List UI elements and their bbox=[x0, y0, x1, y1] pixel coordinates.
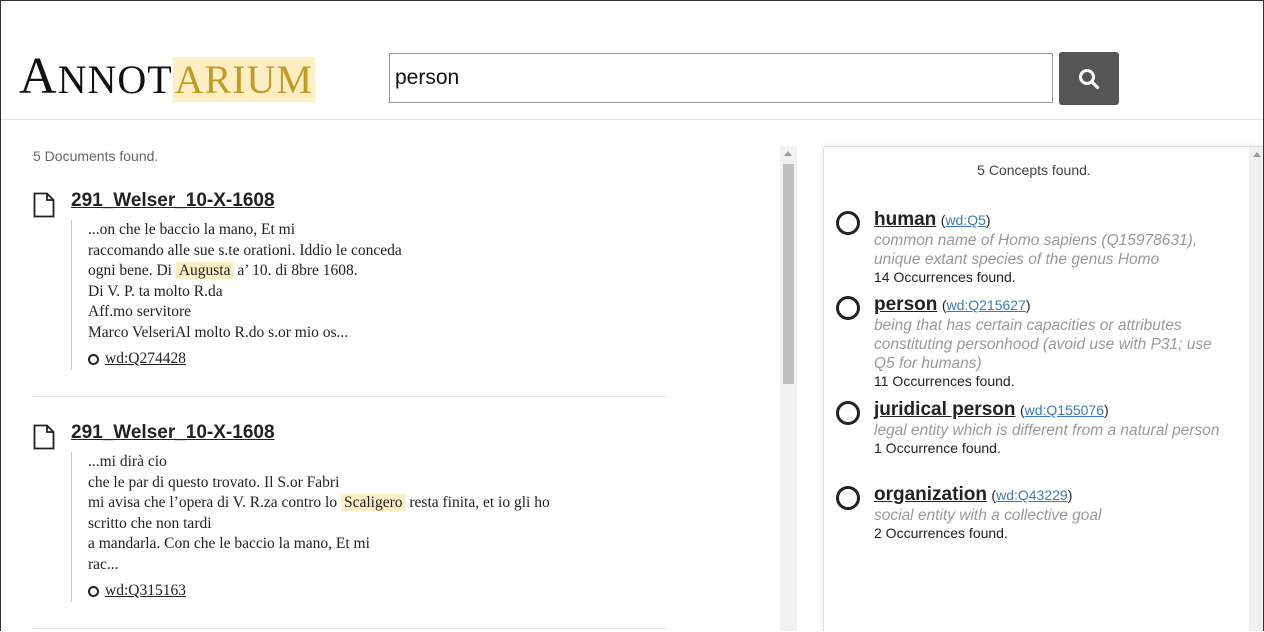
concept-name-link[interactable]: person bbox=[874, 294, 937, 315]
concepts-scrollbar[interactable] bbox=[1249, 147, 1263, 631]
logo[interactable]: ANNOTARIUM bbox=[19, 49, 315, 105]
divider bbox=[33, 628, 667, 629]
concept-description: being that has certain capacities or att… bbox=[874, 317, 1212, 372]
snippet-line: che le par di questo trovato. Il S.or Fa… bbox=[88, 473, 340, 491]
concepts-panel: 5 Concepts found. human (wd:Q5) common n… bbox=[823, 146, 1263, 631]
concept-circle-icon[interactable] bbox=[836, 296, 860, 320]
scroll-up-arrow-icon[interactable] bbox=[784, 151, 792, 156]
concept-description: common name of Homo sapiens (Q15978631),… bbox=[874, 232, 1198, 268]
snippet-line: ...mi dirà cio bbox=[88, 453, 167, 470]
concept-description: social entity with a collective goal bbox=[874, 507, 1102, 524]
concept-circle-icon[interactable] bbox=[836, 401, 860, 425]
documents-scrollbar[interactable] bbox=[780, 146, 797, 631]
divider bbox=[33, 396, 667, 397]
document-snippet: ...on che le baccio la mano, Et mi racco… bbox=[71, 220, 668, 370]
snippet-line: raccomando alle sue s.te orationi. Iddio… bbox=[88, 241, 402, 259]
concepts-count: 5 Concepts found. bbox=[977, 162, 1091, 178]
wikidata-link[interactable]: wd:Q315163 bbox=[105, 581, 186, 602]
concept-id-link[interactable]: wd:Q5 bbox=[945, 212, 985, 228]
document-icon bbox=[33, 192, 55, 218]
concept-name-link[interactable]: juridical person bbox=[874, 399, 1015, 420]
snippet-line: Di V. P. ta molto R.da bbox=[88, 282, 223, 300]
search-icon bbox=[1079, 68, 1100, 89]
concept-name-link[interactable]: organization bbox=[874, 484, 987, 505]
document-snippet: ...mi dirà cio che le par di questo trov… bbox=[71, 452, 668, 602]
search-button[interactable] bbox=[1059, 52, 1119, 105]
entity-circle-icon bbox=[88, 353, 99, 365]
concept-circle-icon[interactable] bbox=[836, 486, 860, 510]
search-highlight: Augusta bbox=[175, 262, 234, 279]
entity-circle-icon bbox=[88, 585, 99, 597]
logo-text-dark: NNOT bbox=[57, 57, 173, 102]
scrollbar-thumb[interactable] bbox=[783, 164, 794, 384]
snippet-line: scritto che non tardi bbox=[88, 514, 212, 532]
snippet-line: mi avisa che l’opera di V. R.za contro l… bbox=[88, 494, 550, 511]
scroll-up-arrow-icon[interactable] bbox=[1253, 152, 1261, 157]
documents-pane: 5 Documents found. 291_Welser_10-X-1608 … bbox=[1, 120, 781, 631]
concept-occurrences: 2 Occurrences found. bbox=[874, 525, 1008, 541]
document-title-link[interactable]: 291_Welser_10-X-1608 bbox=[71, 190, 275, 212]
concept-description: legal entity which is different from a n… bbox=[874, 422, 1220, 439]
concept-id-link[interactable]: wd:Q155076 bbox=[1025, 402, 1104, 418]
concept-occurrences: 1 Occurrence found. bbox=[874, 440, 1001, 456]
snippet-line: rac... bbox=[88, 555, 119, 573]
snippet-line: a mandarla. Con che le baccio la mano, E… bbox=[88, 535, 370, 552]
search-input[interactable] bbox=[389, 53, 1053, 103]
documents-count: 5 Documents found. bbox=[33, 148, 159, 164]
header: ANNOTARIUM bbox=[1, 1, 1263, 120]
entity-tag: wd:Q274428 bbox=[88, 349, 668, 370]
logo-text-highlight: ARIUM bbox=[172, 57, 315, 102]
search-highlight: Scaligero bbox=[340, 494, 406, 511]
concept-occurrences: 11 Occurrences found. bbox=[874, 373, 1015, 389]
snippet-line: Marco VelseriAl molto R.do s.or mio os..… bbox=[88, 323, 349, 341]
concept-occurrences: 14 Occurrences found. bbox=[874, 269, 1016, 285]
snippet-line: ogni bene. Di Augusta a’ 10. di 8bre 160… bbox=[88, 262, 358, 279]
concept-id-link[interactable]: wd:Q215627 bbox=[946, 297, 1025, 313]
concept-circle-icon[interactable] bbox=[836, 211, 860, 235]
document-title-link[interactable]: 291_Welser_10-X-1608 bbox=[71, 422, 275, 444]
app-frame: ANNOTARIUM 5 Documents found. 291_Welser… bbox=[0, 0, 1264, 631]
concept-id-link[interactable]: wd:Q43229 bbox=[996, 487, 1068, 503]
snippet-line: Aff.mo servitore bbox=[88, 303, 192, 320]
logo-initial: A bbox=[19, 48, 58, 105]
concept-name-link[interactable]: human bbox=[874, 209, 936, 230]
entity-tag: wd:Q315163 bbox=[88, 581, 668, 602]
document-icon bbox=[33, 424, 55, 450]
wikidata-link[interactable]: wd:Q274428 bbox=[105, 349, 186, 370]
snippet-line: ...on che le baccio la mano, Et mi bbox=[88, 221, 296, 238]
